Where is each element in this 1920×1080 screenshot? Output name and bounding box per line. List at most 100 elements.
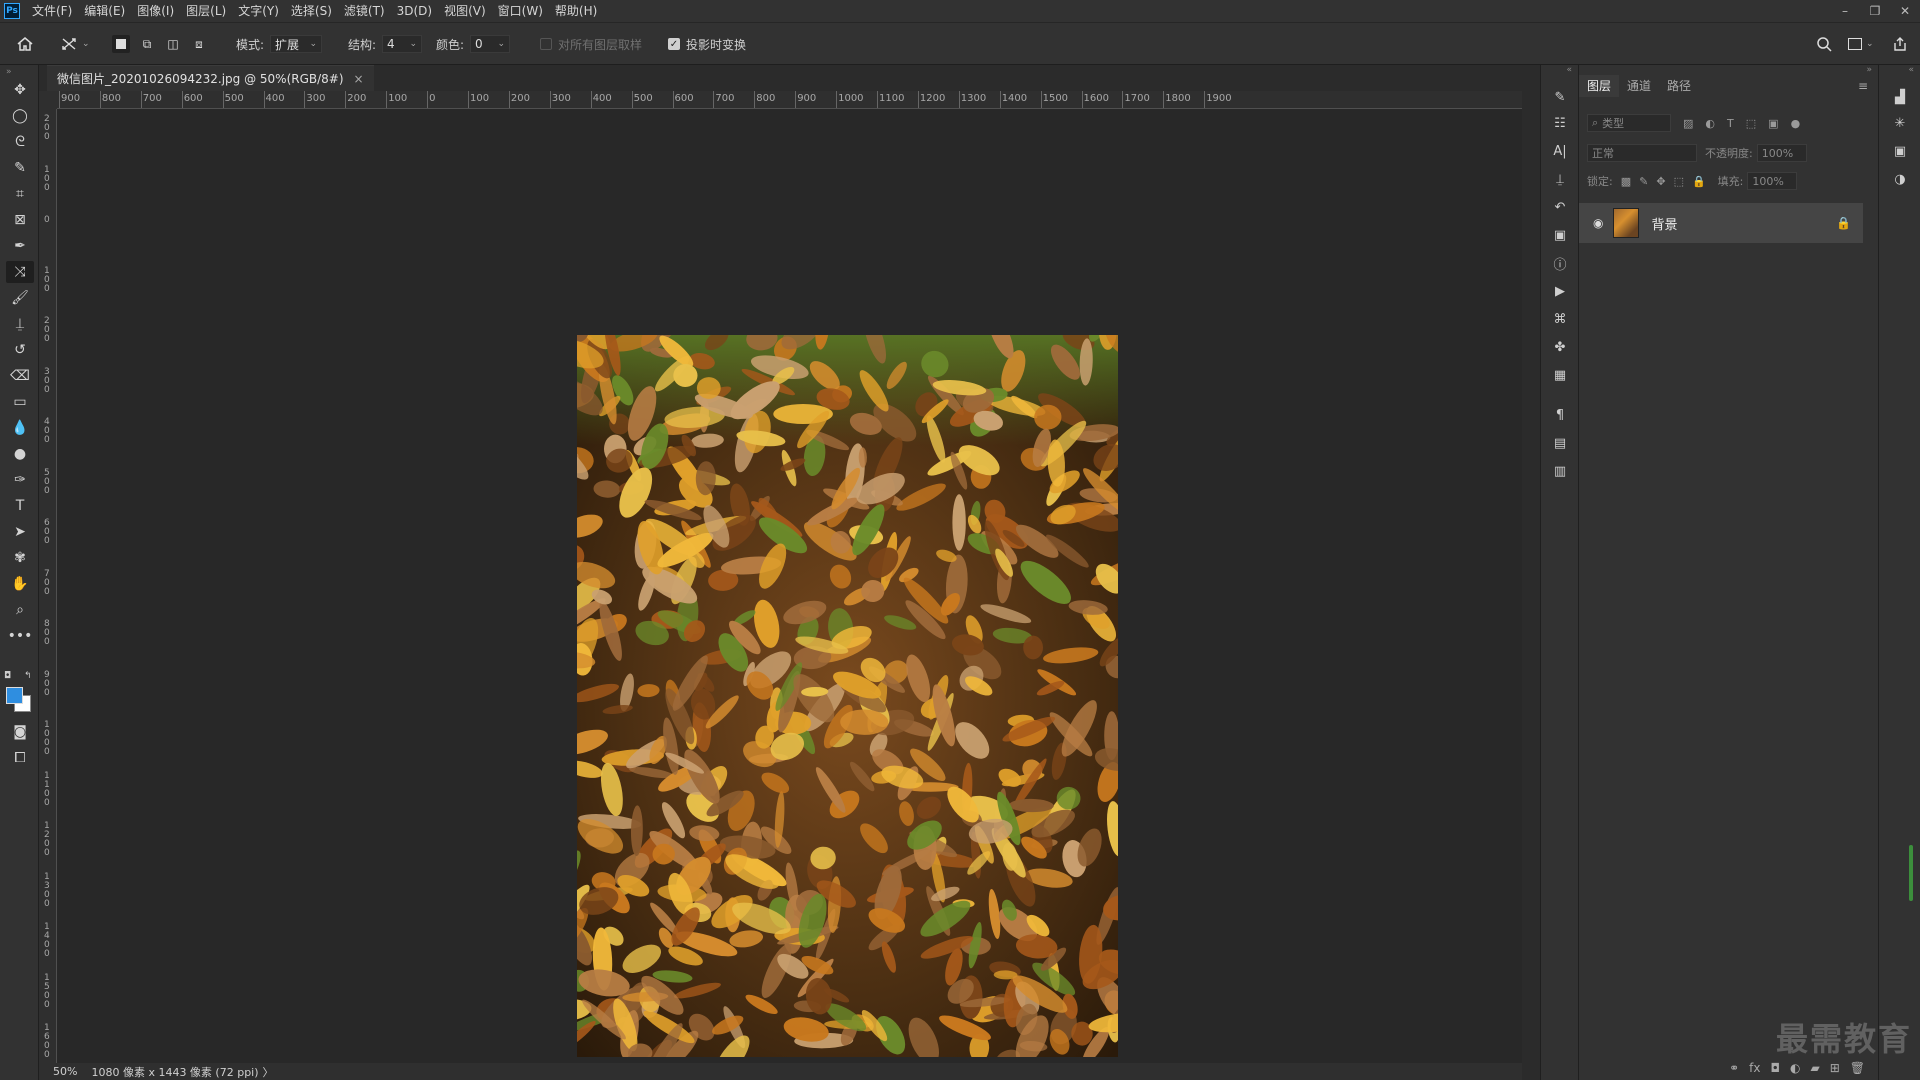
share-button[interactable] <box>1892 23 1908 65</box>
filter-toggle-icon[interactable]: ● <box>1791 117 1801 130</box>
tab-layers[interactable]: 图层 <box>1579 75 1620 97</box>
adjustment-layer-icon[interactable]: ◐ <box>1790 1061 1800 1075</box>
opacity-input[interactable]: 100% <box>1756 144 1807 162</box>
new-group-icon[interactable]: ▰ <box>1810 1061 1819 1075</box>
vertical-ruler[interactable]: 2 0 0 1 0 0 0 1 0 0 2 0 0 3 0 0 4 0 0 5 0 0 6 0 … <box>39 109 57 1063</box>
libraries-icon[interactable]: ▣ <box>1890 141 1910 161</box>
info-icon[interactable]: ⓘ <box>1550 253 1570 273</box>
menu-type[interactable]: 文字(Y) <box>232 0 285 22</box>
crop-tool[interactable]: ⌗ <box>6 183 34 205</box>
new-selection-button[interactable] <box>112 35 130 53</box>
eraser-tool[interactable]: ⌫ <box>6 365 34 387</box>
collapse-arrows-icon[interactable]: » <box>6 67 12 77</box>
menu-select[interactable]: 选择(S) <box>285 0 338 22</box>
lock-position-icon[interactable]: ✥ <box>1656 175 1665 188</box>
foreground-color-swatch[interactable] <box>6 687 23 704</box>
transform-on-drop-option[interactable]: ✓ 投影时变换 <box>668 23 746 65</box>
delete-layer-icon[interactable]: 🗑 <box>1850 1061 1865 1075</box>
lock-transparent-icon[interactable]: ▩ <box>1621 175 1631 188</box>
canvas-area[interactable] <box>57 109 1522 1063</box>
lock-artboard-icon[interactable]: ⬚ <box>1674 175 1684 188</box>
menu-view[interactable]: 视图(V) <box>438 0 492 22</box>
styles-icon[interactable]: ✤ <box>1550 337 1570 357</box>
histogram-icon[interactable]: ▟ <box>1890 87 1910 107</box>
fill-input[interactable]: 100% <box>1747 172 1798 190</box>
marquee-tool[interactable]: ◯ <box>6 105 34 127</box>
menu-3d[interactable]: 3D(D) <box>391 0 438 22</box>
menu-file[interactable]: 文件(F) <box>26 0 78 22</box>
move-tool[interactable]: ✥ <box>6 79 34 101</box>
color-icon[interactable]: ◑ <box>1890 169 1910 189</box>
screen-mode-button[interactable]: ⧠ <box>6 747 34 769</box>
filter-type-icon[interactable]: T <box>1727 117 1734 130</box>
home-button[interactable] <box>16 23 34 65</box>
lock-all-icon[interactable]: 🔒 <box>1692 175 1706 188</box>
add-selection-button[interactable]: ⧉ <box>138 35 156 53</box>
quick-mask-button[interactable]: ◙ <box>6 721 34 743</box>
layer-filter-select[interactable]: ⌕ 类型 <box>1587 114 1671 132</box>
layer-row-background[interactable]: ◉ 背景 🔒 <box>1579 203 1863 243</box>
document-image[interactable] <box>577 335 1118 1057</box>
swap-colors-icon[interactable]: ↰ <box>24 671 32 681</box>
filter-pixel-icon[interactable]: ▨ <box>1683 117 1693 130</box>
transform-on-drop-checkbox[interactable]: ✓ <box>668 38 680 50</box>
filter-adjustment-icon[interactable]: ◐ <box>1705 117 1715 130</box>
hand-tool[interactable]: ✋ <box>6 573 34 595</box>
notes-icon[interactable]: ▥ <box>1550 461 1570 481</box>
color-input[interactable]: 0 ⌄ <box>470 35 511 53</box>
menu-window[interactable]: 窗口(W) <box>492 0 549 22</box>
layer-name[interactable]: 背景 <box>1651 214 1677 233</box>
collapse-arrows-icon[interactable]: » <box>1866 65 1872 75</box>
blend-mode-select[interactable]: 正常 <box>1587 144 1697 162</box>
close-button[interactable]: ✕ <box>1890 0 1920 22</box>
status-menu-icon[interactable]: 〉 <box>263 1064 274 1080</box>
vertical-scrollbar[interactable] <box>1522 91 1540 1080</box>
workspace-button[interactable]: ⌄ <box>1848 23 1874 65</box>
subtract-selection-button[interactable]: ◫ <box>164 35 182 53</box>
history-icon[interactable]: ↶ <box>1550 197 1570 217</box>
menu-image[interactable]: 图像(I) <box>131 0 180 22</box>
intersect-selection-button[interactable]: ⧈ <box>190 35 208 53</box>
sample-all-layers-option[interactable]: 对所有图层取样 <box>540 23 642 65</box>
sample-all-layers-checkbox[interactable] <box>540 38 552 50</box>
scroll-indicator[interactable] <box>1909 845 1913 901</box>
filter-shape-icon[interactable]: ⬚ <box>1746 117 1756 130</box>
new-layer-icon[interactable]: ⊞ <box>1830 1061 1840 1075</box>
structure-input[interactable]: 4 ⌄ <box>382 35 423 53</box>
navigator-icon[interactable]: ✳ <box>1890 113 1910 133</box>
panel-menu-icon[interactable]: ≡ <box>1858 79 1868 93</box>
minimize-button[interactable]: – <box>1830 0 1860 22</box>
menu-edit[interactable]: 编辑(E) <box>78 0 131 22</box>
tab-channels[interactable]: 通道 <box>1619 75 1659 97</box>
character-icon[interactable]: A| <box>1550 141 1570 161</box>
pen-tool[interactable]: ✑ <box>6 469 34 491</box>
brush-settings-icon[interactable]: ✎ <box>1550 87 1570 107</box>
menu-help[interactable]: 帮助(H) <box>549 0 603 22</box>
close-tab-icon[interactable]: × <box>354 72 364 86</box>
tool-preset-picker[interactable]: ⌄ <box>60 23 90 65</box>
frame-tool[interactable]: ⊠ <box>6 209 34 231</box>
adjustments-icon[interactable]: ☷ <box>1550 113 1570 133</box>
link-layers-icon[interactable]: ⚭ <box>1729 1061 1739 1075</box>
content-aware-move-tool[interactable]: ⤨ <box>6 261 34 283</box>
quick-selection-tool[interactable]: ✎ <box>6 157 34 179</box>
tab-paths[interactable]: 路径 <box>1659 75 1699 97</box>
clone-stamp-tool[interactable]: ⍊ <box>6 313 34 335</box>
glyphs-icon[interactable]: ▤ <box>1550 433 1570 453</box>
edit-toolbar-button[interactable]: ••• <box>6 625 34 647</box>
document-tab[interactable]: 微信图片_20201026094232.jpg @ 50%(RGB/8#) × <box>47 65 374 91</box>
brushes-icon[interactable]: ⌘ <box>1550 309 1570 329</box>
collapse-arrows-icon[interactable]: « <box>1908 65 1914 75</box>
properties-icon[interactable]: ▣ <box>1550 225 1570 245</box>
restore-button[interactable]: ❐ <box>1860 0 1890 22</box>
horizontal-ruler[interactable]: 900 800 700 600 500 400 300 200 100 0 100 200 300 400… <box>57 91 1522 109</box>
lock-image-icon[interactable]: ✎ <box>1639 175 1648 188</box>
dodge-tool[interactable]: ● <box>6 443 34 465</box>
mode-select[interactable]: 扩展 ⌄ <box>270 35 323 53</box>
ruler-origin[interactable] <box>39 91 57 109</box>
actions-icon[interactable]: ▶ <box>1550 281 1570 301</box>
eyedropper-tool[interactable]: ✒ <box>6 235 34 257</box>
add-mask-icon[interactable]: ◘ <box>1770 1061 1780 1075</box>
path-selection-tool[interactable]: ➤ <box>6 521 34 543</box>
layer-style-icon[interactable]: fx <box>1749 1061 1760 1075</box>
